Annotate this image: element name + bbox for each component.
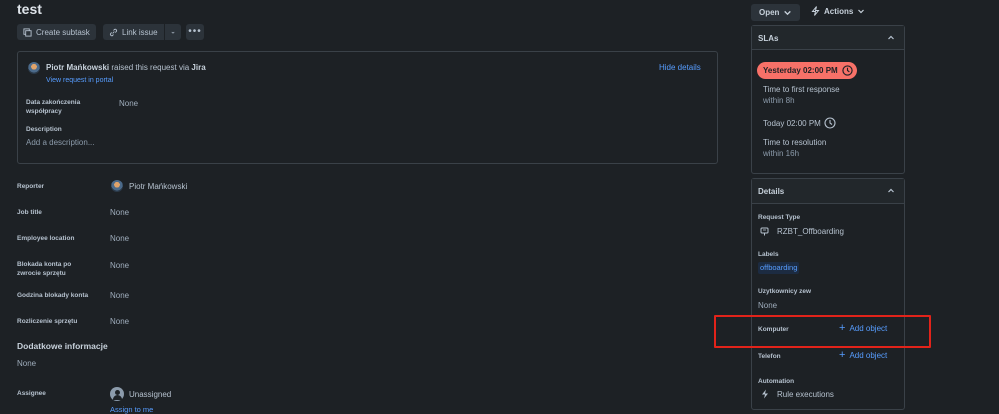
chevron-down-icon [171,31,175,34]
sla-first-time: Yesterday 02:00 PM [763,66,838,75]
sla-second-time-row: Today 02:00 PM [763,117,836,129]
create-subtask-button[interactable]: Create subtask [17,24,96,40]
additional-info-value: None [17,359,37,368]
link-issue-button[interactable]: Link issue [103,24,164,40]
sla-first-name: Time to first response [763,85,840,94]
clock-icon [842,65,853,76]
rozliczenie-sprzetu-label: Rozliczenie sprzętu [17,318,78,325]
chevron-down-icon [784,10,792,16]
sla-breached-badge: Yesterday 02:00 PM [757,62,857,79]
label-line: zwrocie sprzętu [17,270,66,277]
telefon-add-object-button[interactable]: + Add object [839,349,888,361]
request-type-icon [760,227,769,236]
status-label: Open [759,8,780,17]
assignee-value[interactable]: Unassigned [129,390,171,399]
status-open-button[interactable]: Open [751,4,801,21]
employee-location-value[interactable]: None [110,234,129,243]
slas-heading: SLAs [758,34,779,43]
telefon-label: Telefon [758,353,781,360]
sla-second-name: Time to resolution [763,138,827,147]
description-label: Description [26,126,62,133]
label-line: współpracy [26,108,62,115]
label-line: Data zakończenia [26,99,81,106]
link-icon [109,28,118,36]
issue-title[interactable]: test [17,1,42,17]
request-raised-line: Piotr Mańkowski raised this request via … [46,63,206,72]
reporter-avatar [111,180,123,192]
additional-info-heading: Dodatkowe informacje [17,341,108,351]
field-value-data-zakonczenia[interactable]: None [119,99,138,108]
actions-menu-button[interactable]: Actions [811,6,865,16]
assign-to-me-link[interactable]: Assign to me [110,405,153,414]
highlight-box [714,315,931,348]
blokada-konta-label: Blokada konta po zwrocie sprzętu [17,260,71,278]
details-heading: Details [758,187,785,196]
clock-icon [824,117,836,129]
view-portal-link[interactable]: View request in portal [46,77,113,84]
chevron-down-icon [858,9,865,14]
reporter-value[interactable]: Piotr Mańkowski [129,182,187,191]
job-title-value[interactable]: None [110,208,129,217]
chevron-up-icon[interactable] [887,34,895,42]
requester-name[interactable]: Piotr Mańkowski [46,63,109,72]
field-label-data-zakonczenia: Data zakończenia współpracy [26,98,80,116]
assignee-label: Assignee [17,390,46,397]
lightning-icon [762,389,768,399]
description-input[interactable]: Add a description... [26,138,94,147]
sla-second-remaining: within 16h [763,149,800,158]
request-type-label: Request Type [758,214,801,221]
link-issue-dropdown[interactable] [165,24,181,40]
rozliczenie-sprzetu-value[interactable]: None [110,317,129,326]
sla-first-remaining: within 8h [763,96,795,105]
actions-label: Actions [824,6,854,16]
more-actions-button[interactable]: ••• [186,24,204,40]
automation-label: Automation [758,378,795,385]
create-subtask-label: Create subtask [36,27,90,37]
labels-label: Labels [758,251,779,258]
unassigned-avatar-icon [110,387,124,401]
godzina-blokady-value[interactable]: None [110,291,129,300]
uzytkownicy-label: Uzytkownicy zew [758,288,812,295]
chevron-up-icon[interactable] [887,187,895,195]
reporter-label: Reporter [17,183,45,190]
telefon-add-object-label: Add object [849,350,888,360]
request-type-value[interactable]: RZBT_Offboarding [777,227,844,236]
automation-value[interactable]: Rule executions [777,390,834,399]
subtask-icon [23,27,32,37]
more-icon: ••• [188,26,202,37]
lightning-icon [811,6,820,16]
request-channel: Jira [191,63,206,72]
godzina-blokady-label: Godzina blokady konta [17,292,89,299]
link-issue-label: Link issue [122,27,158,37]
raised-text: raised this request via [111,63,190,72]
job-title-label: Job title [17,209,42,216]
plus-icon: + [839,349,846,361]
employee-location-label: Employee location [17,235,75,242]
hide-details-link[interactable]: Hide details [659,63,701,72]
sla-second-time: Today 02:00 PM [763,118,821,128]
label-line: Blokada konta po [17,261,72,268]
uzytkownicy-value[interactable]: None [758,301,777,310]
label-tag[interactable]: offboarding [758,262,800,274]
requester-avatar [28,62,40,74]
blokada-konta-value[interactable]: None [110,261,129,270]
